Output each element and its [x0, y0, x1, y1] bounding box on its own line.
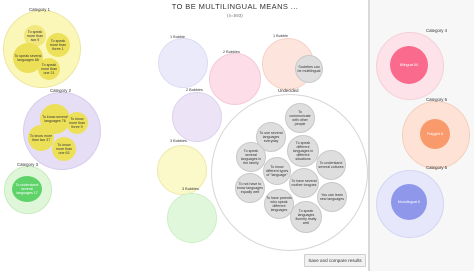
bubble-label: 1 Bubble: [273, 34, 288, 38]
category-2-item[interactable]: To know more than two 37: [28, 125, 54, 151]
undecided-item[interactable]: To speak languages fluently really well: [290, 201, 322, 233]
category-2-item[interactable]: To know more than three 9: [66, 112, 88, 134]
category-5-item[interactable]: Monolingual 6: [391, 184, 427, 220]
category-2-label: Category 2: [50, 88, 72, 93]
bubble-label: 2 Bubbles: [186, 88, 203, 92]
category-6-item[interactable]: Polyglot 8: [420, 119, 450, 149]
category-1-label: Category 1: [29, 7, 51, 12]
category-6-label: Category 6: [426, 97, 448, 102]
bubble-group[interactable]: [167, 193, 217, 243]
right-categories-panel: Category 4 Bilingual 60 Category 6 Polyg…: [370, 0, 474, 271]
sample-size: (n=593): [227, 13, 243, 18]
undecided-item[interactable]: To understand several cultures: [316, 150, 346, 180]
bubble-group[interactable]: [172, 92, 222, 142]
bubble-label: 2 Bubbles: [223, 50, 240, 54]
category-2-item[interactable]: To know more than one 63: [52, 137, 76, 161]
category-1-item[interactable]: To speak more than three 1: [46, 33, 70, 57]
undecided-item[interactable]: To communicate with other people: [285, 103, 315, 133]
page-title: TO BE MULTILINGUAL MEANS ...: [171, 2, 299, 11]
category-4-label: Category 4: [426, 28, 448, 33]
undecided-item[interactable]: To speak several languages in the family: [236, 142, 266, 172]
bubble-group[interactable]: [158, 38, 208, 88]
undecided-label: Undecided: [278, 88, 299, 93]
category-3-item[interactable]: To understand several languages 17: [12, 176, 42, 202]
undecided-item[interactable]: To know different types of "language": [263, 157, 291, 185]
bubble-canvas[interactable]: TO BE MULTILINGUAL MEANS ... (n=593) Cat…: [0, 0, 370, 271]
app-frame: TO BE MULTILINGUAL MEANS ... (n=593) Cat…: [0, 0, 474, 271]
undecided-item[interactable]: To not have to know languages equally we…: [235, 173, 265, 203]
category-5-label: Category 5: [426, 165, 448, 170]
category-3-label: Category 3: [17, 162, 39, 167]
bubble-label: 3 Bubbles: [182, 187, 199, 191]
save-compare-button[interactable]: Save and compare results: [304, 254, 366, 267]
bubble-label: 1 Bubble: [170, 35, 185, 39]
bubble-item[interactable]: Societies can be multilingual: [295, 55, 323, 83]
undecided-item[interactable]: You can learn new languages: [317, 182, 347, 212]
category-4-item[interactable]: Bilingual 60: [390, 46, 428, 84]
category-1-item[interactable]: To speak more than one 21: [38, 58, 60, 80]
bubble-group[interactable]: [209, 53, 261, 105]
bubble-label: 3 Bubbles: [170, 139, 187, 143]
undecided-item[interactable]: To have several mother tongues: [289, 168, 319, 198]
undecided-item[interactable]: To speak different languages in differen…: [287, 135, 319, 167]
